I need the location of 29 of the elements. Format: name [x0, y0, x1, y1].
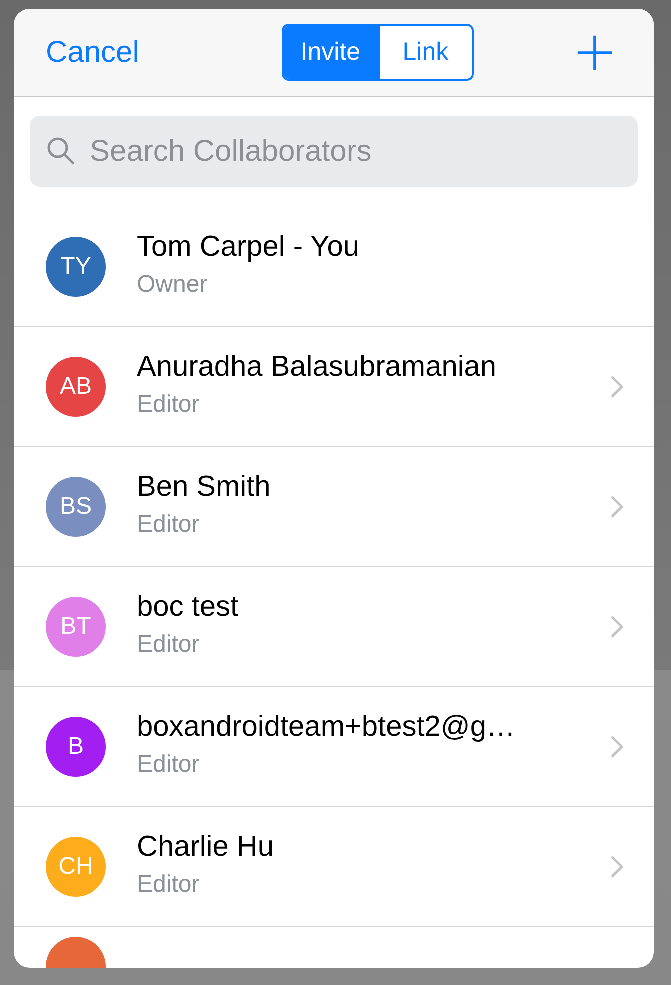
collaborator-row[interactable]: BS Ben Smith Editor [14, 447, 654, 567]
avatar: CH [46, 836, 106, 896]
collaborator-role: Editor [137, 630, 201, 658]
add-icon[interactable] [576, 34, 614, 72]
collaborator-role: Editor [137, 510, 201, 538]
search-field[interactable]: Search Collaborators [30, 116, 638, 187]
collaborator-name: Ben Smith [137, 470, 272, 504]
collaborator-row[interactable]: B boxandroidteam+btest2@g… Editor [14, 687, 654, 807]
collaborator-role: Editor [137, 870, 201, 898]
avatar: AB [46, 356, 106, 416]
avatar: BT [46, 596, 106, 656]
collaborator-name: Charlie Hu [137, 830, 275, 864]
segment-tab[interactable]: Invite [284, 26, 378, 79]
segment-tab[interactable]: Link [378, 26, 472, 79]
avatar: B [46, 716, 106, 776]
collaborator-row[interactable]: BT boc test Editor [14, 567, 654, 687]
collaborator-row[interactable]: CH Charlie Hu Editor [14, 807, 654, 927]
collaborator-name: boxandroidteam+btest2@g… [137, 710, 516, 744]
avatar: TY [46, 236, 106, 296]
collaborator-name: boc test [137, 590, 240, 624]
cancel-button[interactable]: Cancel [46, 36, 140, 70]
collaborator-name: Tom Carpel - You [137, 230, 360, 264]
collaborator-role: Editor [137, 750, 201, 778]
collaborator-name: Anuradha Balasubramanian [137, 350, 498, 384]
collaborator-role: Owner [137, 270, 209, 298]
collaborator-row[interactable]: AB Anuradha Balasubramanian Editor [14, 327, 654, 447]
collaborator-role: Editor [137, 390, 201, 418]
avatar: BS [46, 476, 106, 536]
collaborator-row[interactable]: TY Tom Carpel - You Owner [14, 207, 654, 327]
